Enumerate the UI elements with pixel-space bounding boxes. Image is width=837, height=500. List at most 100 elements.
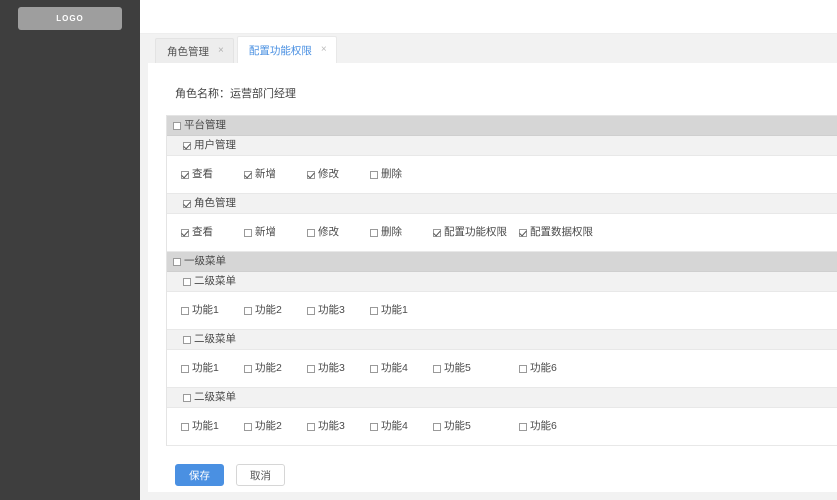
action-checkbox[interactable]: 功能2 bbox=[244, 421, 282, 432]
checkbox-unchecked-icon[interactable] bbox=[519, 422, 527, 431]
checkbox-unchecked-icon[interactable] bbox=[181, 422, 189, 431]
checkbox-checked-icon[interactable] bbox=[433, 228, 441, 237]
checkbox-unchecked-icon[interactable] bbox=[173, 121, 181, 130]
action-checkbox[interactable]: 删除 bbox=[370, 227, 402, 238]
permission-module-row[interactable]: 二级菜单 bbox=[167, 330, 837, 350]
action-checkbox[interactable]: 修改 bbox=[307, 227, 339, 238]
action-checkbox[interactable]: 功能2 bbox=[244, 305, 282, 316]
action-checkbox[interactable]: 查看 bbox=[181, 227, 213, 238]
action-checkbox[interactable]: 新增 bbox=[244, 169, 276, 180]
checkbox-label: 删除 bbox=[381, 168, 402, 181]
action-checkbox[interactable]: 功能5 bbox=[433, 421, 471, 432]
action-checkbox[interactable]: 功能1 bbox=[181, 363, 219, 374]
tab-1[interactable]: 配置功能权限 × bbox=[236, 36, 337, 63]
action-checkbox[interactable]: 删除 bbox=[370, 169, 402, 180]
permission-module-row[interactable]: 用户管理 bbox=[167, 136, 837, 156]
checkbox-unchecked-icon[interactable] bbox=[307, 364, 315, 373]
checkbox-label: 功能1 bbox=[192, 304, 219, 317]
action-checkbox[interactable]: 功能1 bbox=[370, 305, 408, 316]
action-checkbox[interactable]: 功能4 bbox=[370, 363, 408, 374]
module-checkbox[interactable]: 二级菜单 bbox=[183, 276, 236, 287]
action-checkbox[interactable]: 功能3 bbox=[307, 363, 345, 374]
checkbox-unchecked-icon[interactable] bbox=[183, 393, 191, 402]
action-checkbox[interactable]: 功能6 bbox=[519, 421, 557, 432]
checkbox-label: 修改 bbox=[318, 168, 339, 181]
checkbox-unchecked-icon[interactable] bbox=[433, 422, 441, 431]
logo-button[interactable]: LOGO bbox=[18, 7, 122, 30]
module-checkbox[interactable]: 用户管理 bbox=[183, 140, 236, 151]
action-checkbox[interactable]: 功能1 bbox=[181, 305, 219, 316]
group-checkbox[interactable]: 一级菜单 bbox=[173, 256, 226, 267]
checkbox-checked-icon[interactable] bbox=[181, 170, 189, 179]
checkbox-unchecked-icon[interactable] bbox=[307, 306, 315, 315]
checkbox-label: 新增 bbox=[255, 168, 276, 181]
role-name-label: 角色名称： bbox=[175, 88, 230, 100]
checkbox-label: 功能2 bbox=[255, 304, 282, 317]
checkbox-unchecked-icon[interactable] bbox=[370, 364, 378, 373]
action-checkbox[interactable]: 功能5 bbox=[433, 363, 471, 374]
checkbox-label: 功能2 bbox=[255, 420, 282, 433]
checkbox-unchecked-icon[interactable] bbox=[244, 306, 252, 315]
tab-label: 配置功能权限 bbox=[248, 44, 312, 57]
role-name-value: 运营部门经理 bbox=[230, 88, 296, 100]
action-checkbox[interactable]: 功能2 bbox=[244, 363, 282, 374]
action-checkbox[interactable]: 新增 bbox=[244, 227, 276, 238]
checkbox-unchecked-icon[interactable] bbox=[370, 422, 378, 431]
checkbox-unchecked-icon[interactable] bbox=[370, 306, 378, 315]
checkbox-label: 功能4 bbox=[381, 420, 408, 433]
checkbox-unchecked-icon[interactable] bbox=[519, 364, 527, 373]
checkbox-unchecked-icon[interactable] bbox=[307, 228, 315, 237]
checkbox-unchecked-icon[interactable] bbox=[370, 170, 378, 179]
checkbox-unchecked-icon[interactable] bbox=[183, 277, 191, 286]
checkbox-unchecked-icon[interactable] bbox=[183, 335, 191, 344]
action-checkbox[interactable]: 功能1 bbox=[181, 421, 219, 432]
checkbox-unchecked-icon[interactable] bbox=[244, 422, 252, 431]
permission-module-row[interactable]: 角色管理 bbox=[167, 194, 837, 214]
checkbox-checked-icon[interactable] bbox=[183, 199, 191, 208]
checkbox-label: 功能3 bbox=[318, 304, 345, 317]
checkbox-unchecked-icon[interactable] bbox=[181, 364, 189, 373]
checkbox-label: 修改 bbox=[318, 226, 339, 239]
content-card: 角色名称：运营部门经理 平台管理 用户管理 查看 新增 修改 删除 角色管理 查看 新增 修改 删除… bbox=[148, 63, 837, 492]
module-checkbox[interactable]: 二级菜单 bbox=[183, 334, 236, 345]
action-checkbox[interactable]: 功能4 bbox=[370, 421, 408, 432]
checkbox-unchecked-icon[interactable] bbox=[244, 364, 252, 373]
checkbox-unchecked-icon[interactable] bbox=[181, 306, 189, 315]
checkbox-checked-icon[interactable] bbox=[307, 170, 315, 179]
action-checkbox[interactable]: 功能3 bbox=[307, 305, 345, 316]
checkbox-label: 功能1 bbox=[381, 304, 408, 317]
action-checkbox[interactable]: 功能3 bbox=[307, 421, 345, 432]
checkbox-checked-icon[interactable] bbox=[244, 170, 252, 179]
sidebar: LOGO bbox=[0, 0, 140, 500]
checkbox-checked-icon[interactable] bbox=[519, 228, 527, 237]
action-checkbox[interactable]: 功能6 bbox=[519, 363, 557, 374]
checkbox-label: 角色管理 bbox=[194, 197, 236, 210]
checkbox-label: 功能5 bbox=[444, 420, 471, 433]
checkbox-unchecked-icon[interactable] bbox=[433, 364, 441, 373]
checkbox-unchecked-icon[interactable] bbox=[244, 228, 252, 237]
permission-module-row[interactable]: 二级菜单 bbox=[167, 272, 837, 292]
cancel-button[interactable]: 取消 bbox=[236, 464, 285, 486]
module-checkbox[interactable]: 二级菜单 bbox=[183, 392, 236, 403]
tab-0[interactable]: 角色管理 × bbox=[155, 38, 234, 63]
action-checkbox[interactable]: 配置功能权限 bbox=[433, 227, 507, 238]
checkbox-unchecked-icon[interactable] bbox=[370, 228, 378, 237]
checkbox-unchecked-icon[interactable] bbox=[307, 422, 315, 431]
tab-close-icon[interactable]: × bbox=[321, 45, 327, 55]
role-name-line: 角色名称：运营部门经理 bbox=[166, 63, 837, 115]
permission-module-row[interactable]: 二级菜单 bbox=[167, 388, 837, 408]
permission-action-row: 查看 新增 修改 删除 bbox=[167, 156, 837, 194]
module-checkbox[interactable]: 角色管理 bbox=[183, 198, 236, 209]
checkbox-unchecked-icon[interactable] bbox=[173, 257, 181, 266]
action-checkbox[interactable]: 查看 bbox=[181, 169, 213, 180]
checkbox-checked-icon[interactable] bbox=[183, 141, 191, 150]
checkbox-checked-icon[interactable] bbox=[181, 228, 189, 237]
save-button[interactable]: 保存 bbox=[175, 464, 224, 486]
action-checkbox[interactable]: 配置数据权限 bbox=[519, 227, 593, 238]
permission-group-row[interactable]: 一级菜单 bbox=[167, 252, 837, 272]
permission-group-row[interactable]: 平台管理 bbox=[167, 116, 837, 136]
action-checkbox[interactable]: 修改 bbox=[307, 169, 339, 180]
group-checkbox[interactable]: 平台管理 bbox=[173, 120, 226, 131]
tab-close-icon[interactable]: × bbox=[218, 46, 224, 56]
checkbox-label: 功能4 bbox=[381, 362, 408, 375]
